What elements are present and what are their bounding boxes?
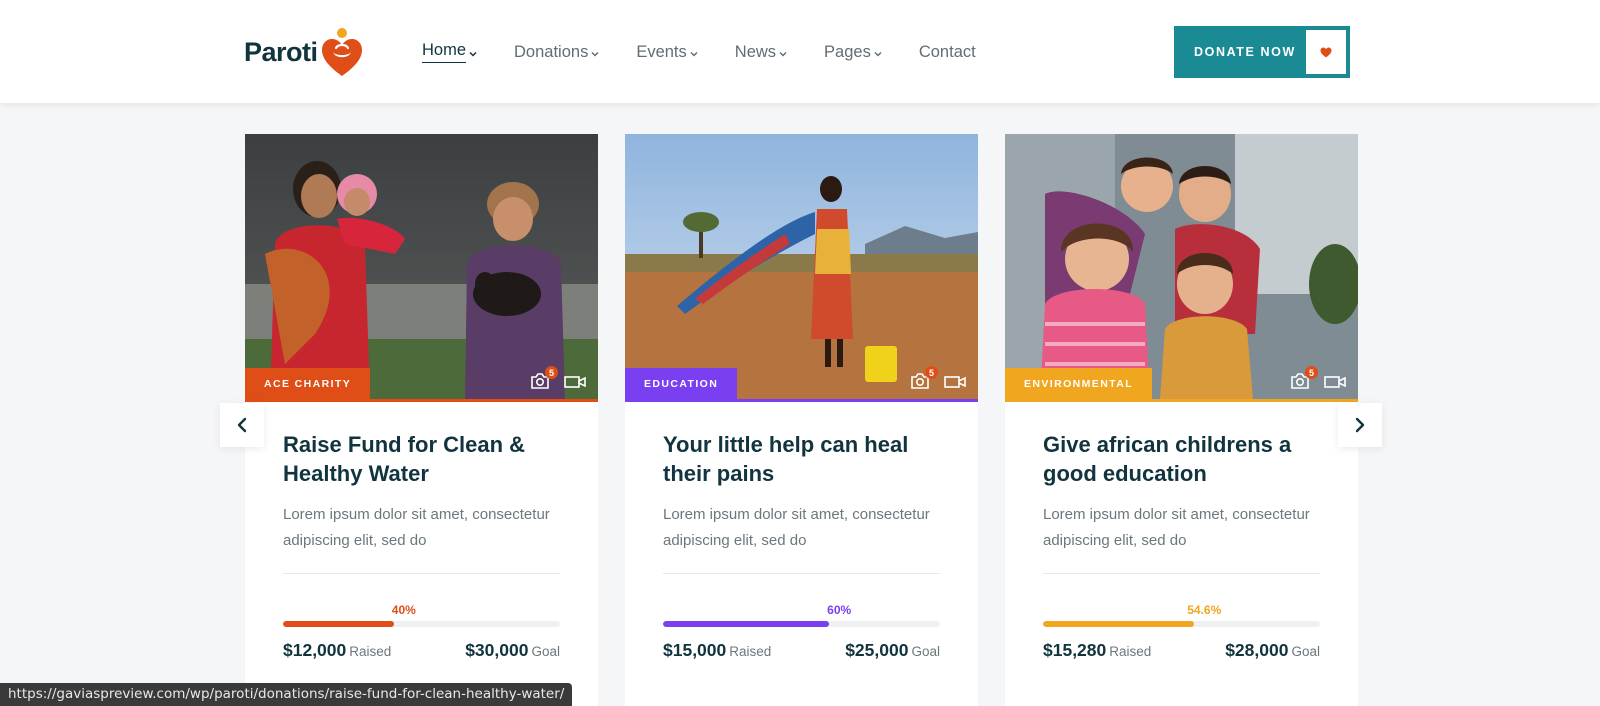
progress-percent-label: 60% bbox=[827, 603, 852, 617]
raised-label: Raised bbox=[1109, 644, 1152, 659]
nav-label: Events bbox=[636, 42, 687, 61]
site-header: Paroti Home Donations Events News Pages bbox=[0, 0, 1600, 103]
funding-amounts: $12,000 Raised $30,000 Goal bbox=[283, 640, 560, 661]
chevron-down-icon bbox=[779, 51, 787, 57]
photo-gallery-button[interactable]: 5 bbox=[1290, 366, 1318, 392]
card-accent-bar bbox=[625, 399, 978, 402]
chevron-down-icon bbox=[591, 51, 599, 57]
progress-percent-label: 54.6% bbox=[1187, 603, 1222, 617]
goal-value: $25,000 bbox=[845, 640, 909, 660]
goal-amount: $25,000 Goal bbox=[845, 640, 940, 661]
photo-gallery-button[interactable]: 5 bbox=[530, 366, 558, 392]
card-description: Lorem ipsum dolor sit amet, consectetur … bbox=[1043, 506, 1310, 549]
nav-label: Contact bbox=[918, 42, 976, 61]
video-icon[interactable] bbox=[1324, 374, 1346, 390]
photo-gallery-button[interactable]: 5 bbox=[910, 366, 938, 392]
status-bar-url: https://gaviaspreview.com/wp/paroti/dona… bbox=[0, 683, 573, 706]
raised-amount: $15,000 Raised bbox=[663, 640, 771, 661]
funding-amounts: $15,280 Raised $28,000 Goal bbox=[1043, 640, 1320, 661]
photo-count-badge: 5 bbox=[1305, 366, 1318, 379]
card-image[interactable] bbox=[625, 134, 978, 399]
category-label: EDUCATION bbox=[644, 377, 719, 390]
card-title[interactable]: Raise Fund for Clean & Healthy Water bbox=[283, 430, 568, 488]
raised-label: Raised bbox=[349, 644, 392, 659]
raised-value: $15,280 bbox=[1043, 640, 1107, 660]
goal-amount: $28,000 Goal bbox=[1225, 640, 1320, 661]
goal-value: $28,000 bbox=[1225, 640, 1289, 660]
progress-fill bbox=[663, 621, 830, 627]
video-icon[interactable] bbox=[564, 374, 586, 390]
media-icons: 5 bbox=[1290, 366, 1346, 392]
goal-value: $30,000 bbox=[465, 640, 529, 660]
goal-label: Goal bbox=[911, 644, 940, 659]
nav-label: Home bbox=[422, 41, 467, 63]
goal-label: Goal bbox=[531, 644, 560, 659]
heart-icon bbox=[1320, 47, 1332, 57]
card-title[interactable]: Your little help can heal their pains bbox=[663, 430, 948, 488]
progress-percent-label: 40% bbox=[391, 603, 416, 617]
progress-bar bbox=[283, 621, 560, 627]
raised-label: Raised bbox=[729, 644, 772, 659]
video-icon[interactable] bbox=[944, 374, 966, 390]
nav-item-contact[interactable]: Contact bbox=[919, 40, 976, 64]
nav-item-donations[interactable]: Donations bbox=[514, 40, 600, 64]
divider bbox=[663, 573, 940, 574]
heart-logo-icon bbox=[321, 28, 362, 76]
category-badge[interactable]: EDUCATION bbox=[625, 368, 738, 399]
card-image[interactable] bbox=[245, 134, 598, 399]
nav-label: Donations bbox=[514, 42, 589, 61]
category-label: ACE CHARITY bbox=[264, 377, 352, 390]
card-title[interactable]: Give african childrens a good education bbox=[1043, 430, 1328, 488]
raised-amount: $12,000 Raised bbox=[283, 640, 391, 661]
media-icons: 5 bbox=[530, 366, 586, 392]
photo-count-badge: 5 bbox=[545, 366, 558, 379]
chevron-right-icon bbox=[1355, 417, 1365, 433]
slider-next-button[interactable] bbox=[1338, 403, 1382, 447]
donation-card: ACE CHARITY 5 Raise Fund for Clean & Hea… bbox=[245, 134, 598, 706]
site-logo[interactable]: Paroti bbox=[244, 26, 364, 78]
progress-bar bbox=[663, 621, 940, 627]
logo-text: Paroti bbox=[244, 36, 318, 67]
raised-value: $12,000 bbox=[283, 640, 347, 660]
donate-heart-box bbox=[1306, 30, 1346, 74]
donation-card: ENVIRONMENTAL 5 Give african childrens a… bbox=[1005, 134, 1358, 706]
progress-bar bbox=[1043, 621, 1320, 627]
chevron-down-icon bbox=[690, 51, 698, 57]
nav-item-news[interactable]: News bbox=[735, 40, 788, 64]
raised-amount: $15,280 Raised bbox=[1043, 640, 1151, 661]
nav-label: Pages bbox=[824, 42, 871, 61]
card-accent-bar bbox=[245, 399, 598, 402]
card-image[interactable] bbox=[1005, 134, 1358, 399]
divider bbox=[1043, 573, 1320, 574]
category-badge[interactable]: ENVIRONMENTAL bbox=[1005, 368, 1153, 399]
chevron-down-icon bbox=[469, 51, 477, 57]
nav-label: News bbox=[734, 42, 777, 61]
donate-button-label: DONATE NOW bbox=[1194, 45, 1296, 59]
photo-count-badge: 5 bbox=[925, 366, 938, 379]
progress-fill bbox=[283, 621, 394, 627]
donate-now-button[interactable]: DONATE NOW bbox=[1174, 26, 1350, 78]
donation-card: EDUCATION 5 Your little help can heal th… bbox=[625, 134, 978, 706]
chevron-left-icon bbox=[237, 417, 247, 433]
nav-item-events[interactable]: Events bbox=[636, 40, 698, 64]
chevron-down-icon bbox=[874, 51, 882, 57]
progress-fill bbox=[1043, 621, 1195, 627]
nav-item-home[interactable]: Home bbox=[422, 40, 478, 64]
card-description: Lorem ipsum dolor sit amet, consectetur … bbox=[283, 506, 550, 549]
main-nav: Home Donations Events News Pages Contact bbox=[422, 40, 1012, 64]
divider bbox=[283, 573, 560, 574]
card-description: Lorem ipsum dolor sit amet, consectetur … bbox=[663, 506, 930, 549]
goal-label: Goal bbox=[1291, 644, 1320, 659]
goal-amount: $30,000 Goal bbox=[465, 640, 560, 661]
raised-value: $15,000 bbox=[663, 640, 727, 660]
category-label: ENVIRONMENTAL bbox=[1024, 377, 1134, 390]
card-accent-bar bbox=[1005, 399, 1358, 402]
media-icons: 5 bbox=[910, 366, 966, 392]
nav-item-pages[interactable]: Pages bbox=[824, 40, 883, 64]
slider-prev-button[interactable] bbox=[220, 403, 264, 447]
funding-amounts: $15,000 Raised $25,000 Goal bbox=[663, 640, 940, 661]
category-badge[interactable]: ACE CHARITY bbox=[245, 368, 371, 399]
